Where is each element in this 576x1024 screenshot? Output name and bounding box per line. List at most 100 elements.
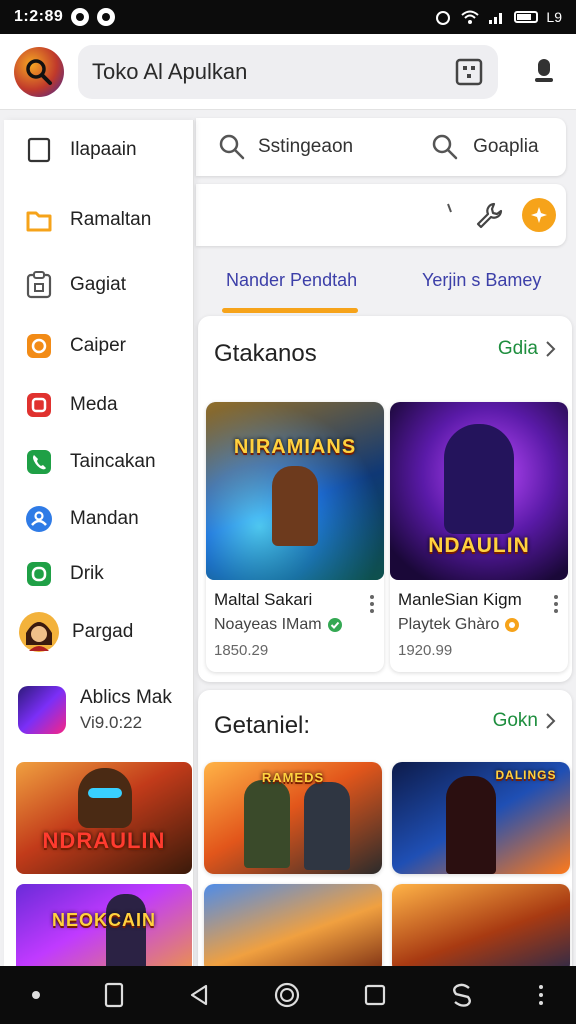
app-name: Ablics Mak bbox=[80, 687, 172, 708]
card-title: Maltal Sakari bbox=[214, 590, 313, 609]
phone-icon bbox=[24, 447, 54, 477]
search-input[interactable]: Toko Al Apulkan bbox=[92, 59, 454, 85]
section-see-all-link[interactable]: Gokn bbox=[493, 710, 556, 732]
drawer-item-mandan[interactable]: Mandan bbox=[4, 494, 193, 544]
game-art-title: NDRAULIN bbox=[42, 828, 166, 853]
drawer-item-caiper[interactable]: Caiper bbox=[4, 321, 193, 371]
tools-icon[interactable] bbox=[446, 200, 454, 218]
section-link-label: Gdia bbox=[497, 338, 538, 359]
recents-icon[interactable] bbox=[103, 982, 125, 1008]
game-art-title: NDAULIN bbox=[428, 534, 530, 557]
wifi-icon bbox=[461, 10, 480, 24]
game-art-title: NEOKCAIN bbox=[51, 910, 156, 930]
notification-icon bbox=[97, 8, 116, 26]
mic-icon bbox=[535, 58, 553, 82]
section-see-all-link[interactable]: Gdia bbox=[498, 338, 556, 360]
drawer-item-pargad[interactable]: Pargad bbox=[4, 607, 193, 657]
section-gtakanos: Gtakanos Gdia NIRAMIANS Maltal Sakari No… bbox=[198, 316, 572, 682]
game-art-title: DALINGS bbox=[495, 768, 557, 782]
game-art-title: NIRAMIANS bbox=[233, 436, 357, 458]
game-card[interactable]: RAMEDS bbox=[204, 762, 382, 874]
person-icon bbox=[24, 504, 54, 534]
section-title: Getaniel: bbox=[214, 712, 311, 739]
game-art bbox=[392, 884, 570, 974]
drawer-item-ramaltan[interactable]: Ramaltan bbox=[4, 195, 193, 245]
sparkle-button[interactable] bbox=[522, 198, 556, 232]
quick-search-item[interactable]: Goaplia bbox=[431, 133, 539, 161]
tab-yerjin-bamey[interactable]: Yerjin s Bamey bbox=[422, 270, 541, 291]
game-art: NDAULIN bbox=[390, 402, 568, 580]
drawer-item-label: Pargad bbox=[72, 621, 134, 642]
drawer-item-taincakan[interactable]: Taincakan bbox=[4, 437, 193, 487]
game-card[interactable]: NIRAMIANS Maltal Sakari Noayeas IMam 185… bbox=[206, 402, 384, 672]
card-developer: Playtek Ghàro bbox=[398, 616, 520, 634]
search-icon bbox=[26, 58, 52, 85]
back-icon[interactable] bbox=[187, 983, 211, 1007]
verified-badge-icon bbox=[505, 618, 520, 632]
game-card[interactable] bbox=[392, 884, 570, 974]
drawer-featured-app[interactable]: Ablics Mak Vi9.0:22 bbox=[18, 680, 190, 740]
chevron-right-icon bbox=[546, 341, 556, 357]
game-art bbox=[204, 884, 382, 974]
orange-square-icon bbox=[24, 331, 54, 361]
quick-search-item[interactable]: Sstingeaon bbox=[218, 133, 353, 161]
drawer-item-drik[interactable]: Drik bbox=[4, 549, 193, 599]
app-price: Vi9.0:22 bbox=[80, 713, 143, 732]
more-vert-icon[interactable] bbox=[366, 594, 378, 614]
mic-button[interactable] bbox=[526, 54, 562, 90]
more-vert-icon[interactable] bbox=[537, 984, 545, 1006]
drawer-item-label: Meda bbox=[70, 394, 118, 415]
tab-bar: Nander Pendtah Yerjin s Bamey bbox=[196, 254, 576, 316]
navigation-drawer: Ilapaain Ramaltan Gagiat Caiper Meda Tai… bbox=[4, 120, 194, 966]
profile-avatar[interactable] bbox=[14, 46, 64, 97]
drawer-item-meda[interactable]: Meda bbox=[4, 380, 193, 430]
game-card[interactable]: DALINGS bbox=[392, 762, 570, 874]
app-icon bbox=[18, 686, 66, 734]
notification-icon bbox=[71, 8, 90, 26]
drawer-item-ilapaain[interactable]: Ilapaain bbox=[4, 125, 193, 175]
signal-icon bbox=[489, 13, 503, 24]
drawer-item-label: Drik bbox=[70, 563, 104, 584]
drawer-item-label: Ramaltan bbox=[70, 209, 152, 230]
game-card[interactable]: NDAULIN ManleSian Kigm Playtek Ghàro 192… bbox=[390, 402, 568, 672]
drawer-item-label: Mandan bbox=[70, 508, 139, 529]
home-icon[interactable] bbox=[273, 981, 301, 1009]
card-title: ManleSian Kigm bbox=[398, 590, 522, 609]
drawer-game-art[interactable]: NEOKCAIN bbox=[16, 884, 192, 966]
tab-nander-pendtah[interactable]: Nander Pendtah bbox=[226, 270, 357, 291]
quick-search-label: Goaplia bbox=[473, 136, 539, 157]
section-getaniel: Getaniel: Gokn RAMEDS DALINGS bbox=[198, 690, 572, 980]
overview-icon[interactable] bbox=[363, 983, 387, 1007]
game-card[interactable] bbox=[204, 884, 382, 974]
filter-row bbox=[196, 184, 566, 246]
game-art: DALINGS bbox=[392, 762, 570, 874]
quick-search-label: Sstingeaon bbox=[258, 136, 354, 157]
drawer-item-label: Gagiat bbox=[70, 274, 126, 295]
battery-label: L9 bbox=[546, 9, 562, 25]
quick-search-bar: Sstingeaon Goaplia bbox=[196, 118, 566, 176]
drawer-item-label: Caiper bbox=[70, 335, 126, 356]
top-app-bar: Toko Al Apulkan bbox=[0, 34, 576, 110]
alarm-icon bbox=[436, 11, 451, 25]
more-vert-icon[interactable] bbox=[550, 594, 562, 614]
card-developer: Noayeas IMam bbox=[214, 616, 343, 634]
drawer-item-gagiat[interactable]: Gagiat bbox=[4, 260, 193, 310]
system-nav-bar bbox=[0, 966, 576, 1024]
search-icon bbox=[432, 134, 458, 160]
section-title: Gtakanos bbox=[214, 340, 317, 367]
verified-badge-icon bbox=[327, 618, 342, 632]
switch-icon[interactable] bbox=[449, 982, 475, 1008]
card-price: 1920.99 bbox=[398, 642, 453, 659]
wrench-button[interactable] bbox=[474, 200, 504, 235]
card-developer-label: Noayeas IMam bbox=[214, 616, 322, 633]
app-screen: 1:2:89 L9 Toko Al Apulkan Sstingeaon Goa… bbox=[0, 0, 576, 1024]
drawer-item-label: Ilapaain bbox=[70, 139, 137, 160]
status-time: 1:2:89 bbox=[14, 8, 64, 25]
scan-button[interactable] bbox=[454, 57, 484, 87]
card-price: 1850.29 bbox=[214, 642, 269, 659]
drawer-game-art[interactable]: NDRAULIN bbox=[16, 762, 192, 874]
status-icons: L9 bbox=[434, 9, 562, 25]
app-meta: Ablics Mak Vi9.0:22 bbox=[80, 687, 172, 733]
search-bar[interactable]: Toko Al Apulkan bbox=[78, 44, 498, 99]
search-icon bbox=[219, 134, 245, 160]
